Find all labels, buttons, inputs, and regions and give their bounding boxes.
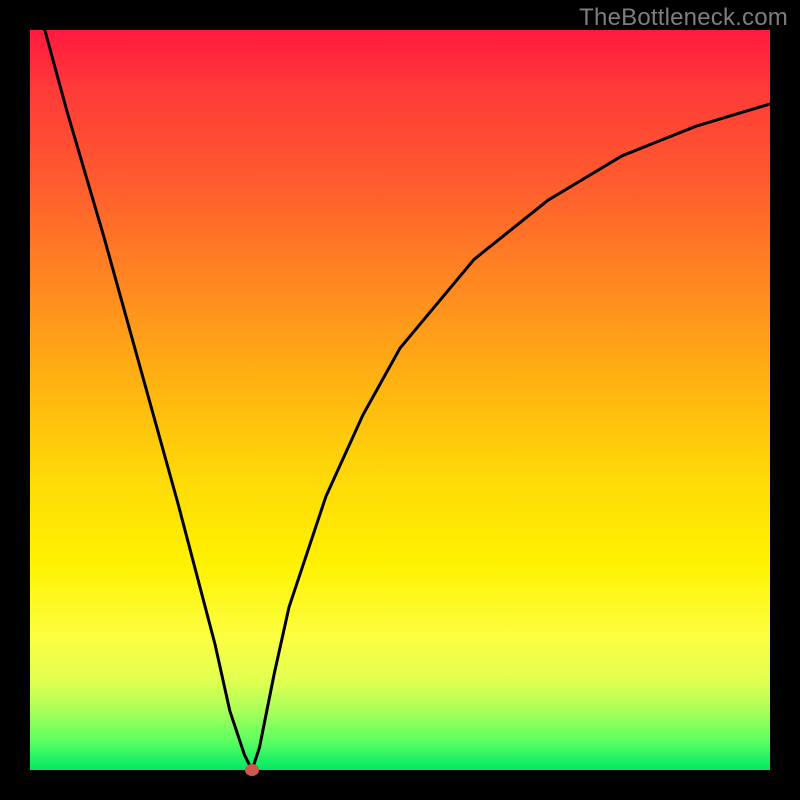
watermark-text: TheBottleneck.com xyxy=(579,4,788,32)
curve-path xyxy=(45,30,770,770)
plot-area xyxy=(30,30,770,770)
chart-frame: TheBottleneck.com xyxy=(0,0,800,800)
minimum-marker-dot xyxy=(245,764,259,776)
bottleneck-curve xyxy=(30,30,770,770)
